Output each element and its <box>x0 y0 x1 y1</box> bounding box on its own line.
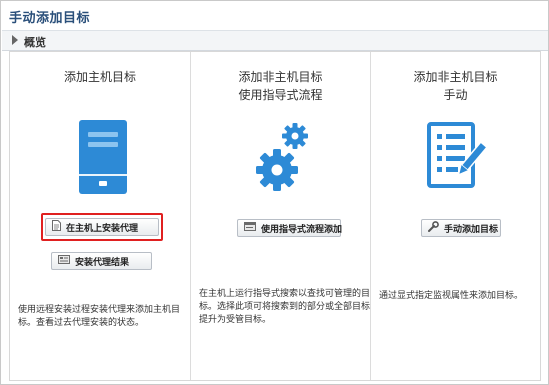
description-line: 使用远程安装过程安装代理来添加主机目 <box>18 305 181 315</box>
guided-process-title-line-2: 使用指导式流程 <box>238 88 323 102</box>
expand-triangle-icon[interactable] <box>12 35 18 45</box>
manual-add-description: 通过显式指定监视属性来添加目标。 <box>379 290 539 303</box>
description-line: 在主机上运行指导式搜索以查找可管理的目 <box>199 289 371 299</box>
overview-section-header[interactable]: 概览 <box>2 30 548 51</box>
overview-label: 概览 <box>24 36 46 49</box>
description-line: 提升为受管目标。 <box>199 315 272 325</box>
highlight-box <box>41 213 163 241</box>
add-targets-manually-label: 手动添加目标 <box>444 224 499 235</box>
add-targets-manually-button[interactable]: 手动添加目标 <box>421 219 501 237</box>
window-frame: 手动添加目标 概览 添加主机目标 在主机上安装代理 安装代理结果 使用远程安装过… <box>0 0 549 385</box>
server-icon <box>79 120 127 198</box>
list-edit-icon <box>427 122 493 196</box>
gears-icon <box>255 122 311 202</box>
agent-install-results-label: 安装代理结果 <box>75 257 130 268</box>
results-icon <box>58 255 70 267</box>
add-using-guided-process-button[interactable]: 使用指导式流程添加 <box>237 219 343 237</box>
description-line: 通过显式指定监视属性来添加目标。 <box>379 291 524 301</box>
add-target-options-panel: 添加主机目标 在主机上安装代理 安装代理结果 使用远程安装过程安装代理来添加主机… <box>9 51 541 381</box>
manual-title-line-1: 添加非主机目标 <box>413 70 498 84</box>
description-line: 标。选择此项可将搜索到的部分或全部目标 <box>199 302 371 312</box>
manual-title-line-2: 手动 <box>443 88 468 102</box>
manual-add-column: 添加非主机目标 手动 手动添加目标 通过显式指定监视属性来添加目标。 <box>370 52 540 380</box>
host-target-title: 添加主机目标 <box>63 70 136 84</box>
host-target-description: 使用远程安装过程安装代理来添加主机目 标。查看过去代理安装的状态。 <box>18 304 190 330</box>
page-title: 手动添加目标 <box>9 11 91 26</box>
description-line: 标。查看过去代理安装的状态。 <box>18 318 145 328</box>
guided-process-column: 添加非主机目标 使用指导式流程 使用指导式流程添加 在主机上运行指导式搜索以查找… <box>190 52 370 380</box>
wizard-icon <box>244 222 256 234</box>
wrench-icon <box>428 221 439 235</box>
add-using-guided-process-label: 使用指导式流程添加 <box>261 224 343 235</box>
guided-process-title-line-1: 添加非主机目标 <box>238 70 323 84</box>
agent-install-results-button[interactable]: 安装代理结果 <box>51 252 152 270</box>
guided-process-description: 在主机上运行指导式搜索以查找可管理的目 标。选择此项可将搜索到的部分或全部目标 … <box>199 288 371 327</box>
host-target-column: 添加主机目标 在主机上安装代理 安装代理结果 使用远程安装过程安装代理来添加主机… <box>10 52 190 380</box>
